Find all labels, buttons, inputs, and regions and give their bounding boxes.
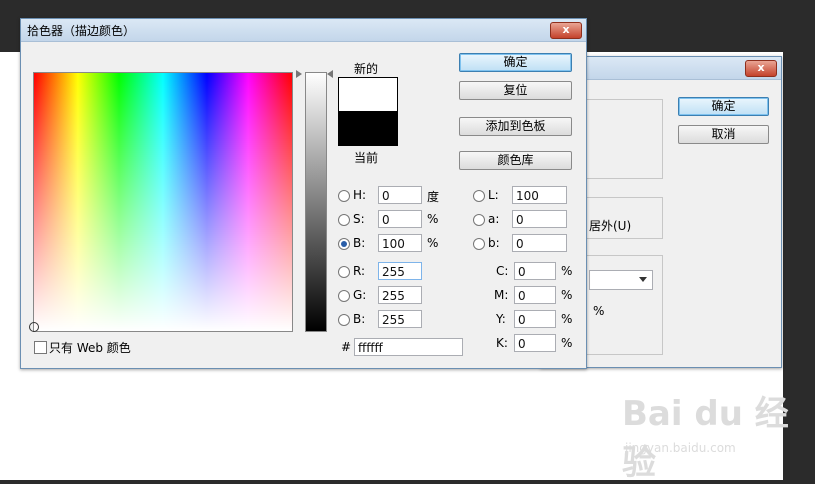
h-label: H:: [353, 188, 367, 202]
m-label: M:: [494, 288, 509, 302]
h-input[interactable]: 0: [378, 186, 422, 204]
b-input[interactable]: 100: [378, 234, 422, 252]
radio-b[interactable]: [338, 238, 350, 250]
blue-label: B:: [353, 312, 366, 326]
stroke-dialog-close-button[interactable]: x: [745, 60, 777, 77]
radio-lab-b[interactable]: [473, 238, 485, 250]
color-picker-titlebar: 拾色器（描边颜色） x: [21, 19, 586, 42]
radio-g[interactable]: [338, 290, 350, 302]
color-field[interactable]: [33, 72, 293, 332]
radio-blue[interactable]: [338, 314, 350, 326]
c-label: C:: [496, 264, 509, 278]
k-unit: %: [561, 336, 573, 350]
current-color-swatch[interactable]: [338, 111, 398, 146]
m-input[interactable]: 0: [514, 286, 556, 304]
g-input[interactable]: 255: [378, 286, 422, 304]
position-outside-label[interactable]: 居外(U): [589, 217, 631, 234]
color-libraries-button[interactable]: 颜色库: [459, 151, 572, 170]
l-label: L:: [488, 188, 499, 202]
b-label: B:: [353, 236, 366, 250]
y-label: Y:: [496, 312, 506, 326]
reset-button[interactable]: 复位: [459, 81, 572, 100]
radio-r[interactable]: [338, 266, 350, 278]
s-input[interactable]: 0: [378, 210, 422, 228]
stroke-cancel-button[interactable]: 取消: [678, 125, 769, 144]
slider-right-arrow-icon[interactable]: [327, 70, 333, 78]
hex-input[interactable]: ffffff: [354, 338, 463, 356]
stroke-group-structure: [581, 99, 663, 179]
ok-button[interactable]: 确定: [459, 53, 572, 72]
color-field-marker[interactable]: [29, 322, 39, 332]
baidu-watermark-url: jingyan.baidu.com: [625, 441, 736, 455]
stroke-ok-button[interactable]: 确定: [678, 97, 769, 116]
r-input[interactable]: 255: [378, 262, 422, 280]
y-unit: %: [561, 312, 573, 326]
lab-b-input[interactable]: 0: [512, 234, 567, 252]
a-input[interactable]: 0: [512, 210, 567, 228]
blend-mode-select[interactable]: [589, 270, 653, 290]
g-label: G:: [353, 288, 367, 302]
s-label: S:: [353, 212, 365, 226]
hex-label: #: [341, 340, 352, 354]
s-unit: %: [427, 212, 439, 226]
y-input[interactable]: 0: [514, 310, 556, 328]
color-picker-close-button[interactable]: x: [550, 22, 582, 39]
add-to-swatches-button[interactable]: 添加到色板: [459, 117, 572, 136]
k-label: K:: [496, 336, 508, 350]
lab-b-label: b:: [488, 236, 500, 250]
l-input[interactable]: 100: [512, 186, 567, 204]
b-unit: %: [427, 236, 439, 250]
new-color-label: 新的: [354, 62, 379, 76]
radio-h[interactable]: [338, 190, 350, 202]
opacity-percent-label: %: [593, 304, 605, 318]
current-color-label: 当前: [354, 151, 379, 165]
radio-a[interactable]: [473, 214, 485, 226]
new-color-swatch: [338, 77, 398, 113]
web-colors-only-label[interactable]: 只有 Web 颜色: [49, 339, 131, 356]
r-label: R:: [353, 264, 366, 278]
slider-left-arrow-icon[interactable]: [296, 70, 302, 78]
m-unit: %: [561, 288, 573, 302]
color-picker-title: 拾色器（描边颜色）: [27, 24, 136, 38]
h-unit: 度: [427, 190, 440, 204]
c-unit: %: [561, 264, 573, 278]
baidu-watermark: Bai du 经验: [622, 394, 789, 483]
radio-s[interactable]: [338, 214, 350, 226]
radio-l[interactable]: [473, 190, 485, 202]
chevron-down-icon: [639, 277, 647, 282]
blue-input[interactable]: 255: [378, 310, 422, 328]
c-input[interactable]: 0: [514, 262, 556, 280]
a-label: a:: [488, 212, 500, 226]
brightness-slider[interactable]: [305, 72, 327, 332]
k-input[interactable]: 0: [514, 334, 556, 352]
web-colors-only-checkbox[interactable]: [34, 341, 47, 354]
